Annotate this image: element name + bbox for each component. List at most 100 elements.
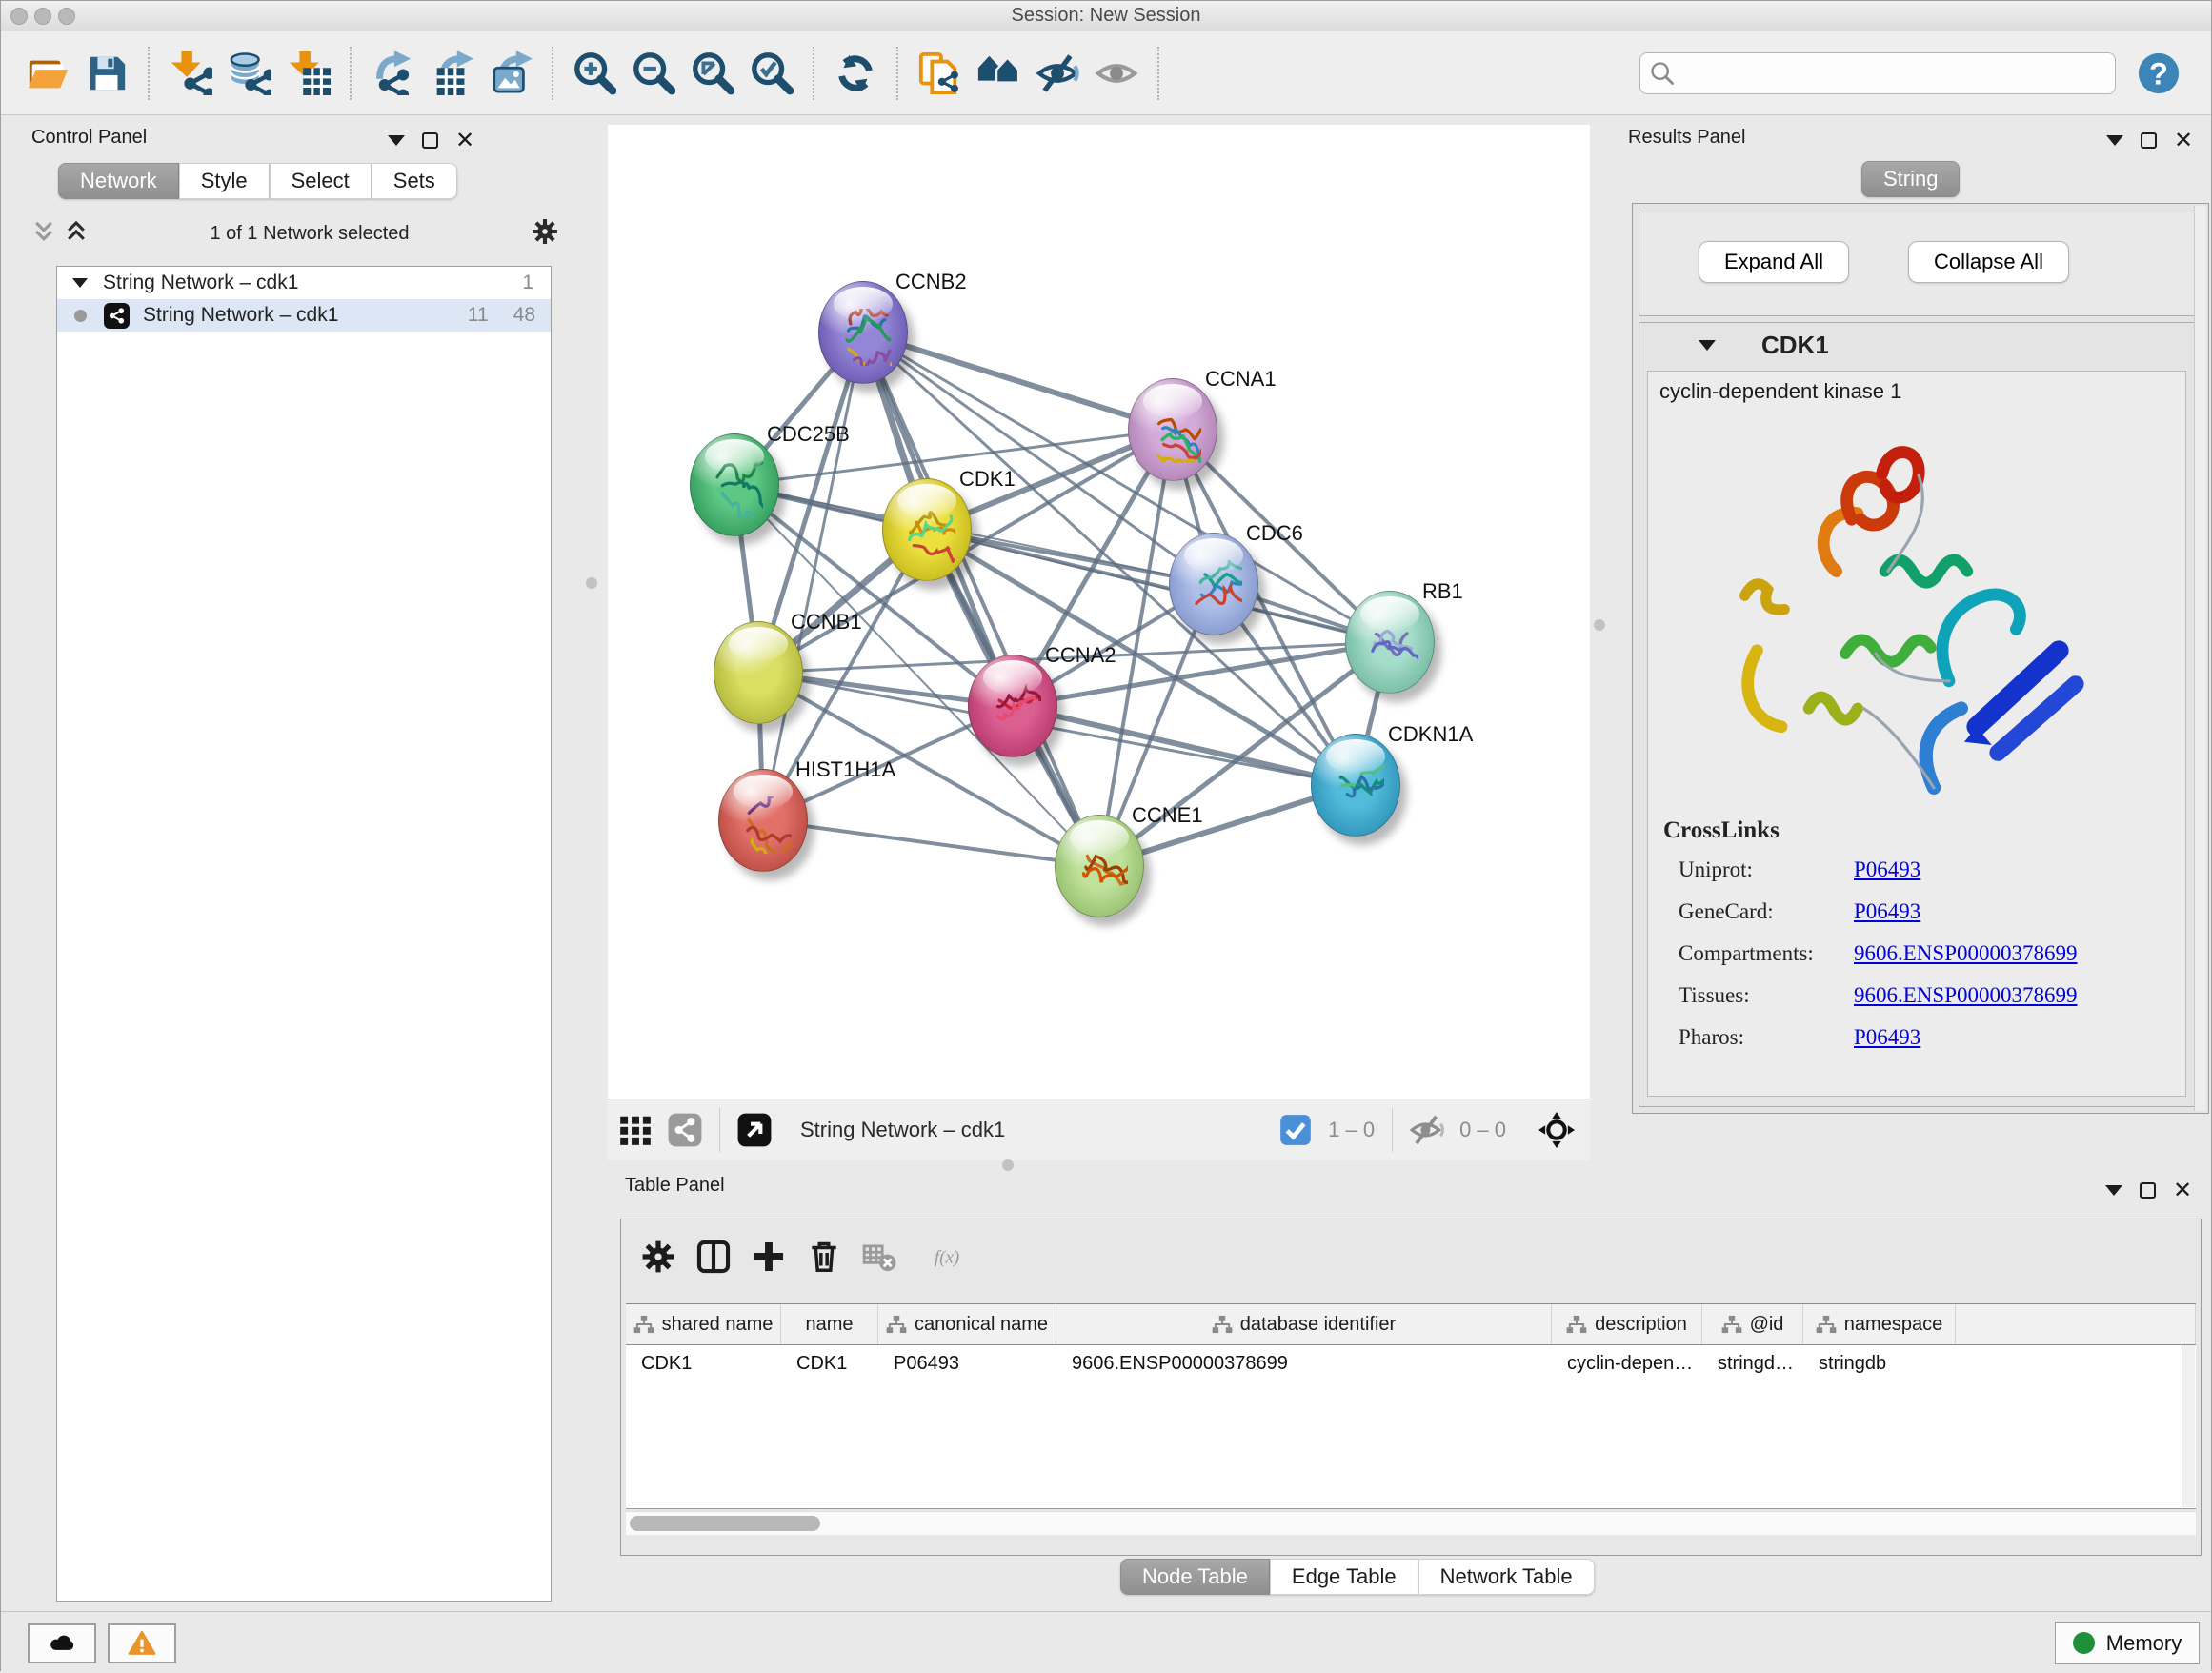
network-node-ccna2[interactable] [968, 655, 1057, 757]
import-network-database-icon[interactable] [225, 49, 274, 98]
gear-icon[interactable] [636, 1235, 680, 1279]
table-tabs: Node TableEdge TableNetwork Table [1120, 1559, 1595, 1595]
network-canvas[interactable]: CCNB2CCNA1CDC25BCDK1CDC6RB1CCNB1CCNA2CDK… [608, 125, 1590, 1099]
export-network-file-icon[interactable] [368, 49, 417, 98]
zoom-in-icon[interactable] [570, 49, 619, 98]
network-node-cdc25b[interactable] [690, 433, 779, 536]
table-cell[interactable]: stringdb [1803, 1345, 1956, 1383]
zoom-selected-icon[interactable] [747, 49, 796, 98]
tab-string[interactable]: String [1861, 161, 1960, 197]
table-row[interactable]: CDK1CDK1P064939606.ENSP00000378699cyclin… [626, 1345, 2196, 1383]
tab-network[interactable]: Network [58, 163, 179, 199]
panel-menu-icon[interactable] [2106, 135, 2123, 146]
collection-expand-icon[interactable] [72, 278, 88, 288]
horizontal-splitter-handle[interactable] [1002, 1159, 1014, 1171]
table-cell[interactable]: CDK1 [626, 1345, 781, 1383]
zoom-out-icon[interactable] [629, 49, 678, 98]
import-table-file-icon[interactable] [284, 49, 333, 98]
hide-selected-eye-slash-icon[interactable] [1033, 49, 1082, 98]
network-node-ccnb1[interactable] [714, 621, 803, 724]
tab-edge-table[interactable]: Edge Table [1270, 1559, 1418, 1595]
table-cell[interactable]: cyclin-dependent ... [1552, 1345, 1702, 1383]
crosslink-link[interactable]: P06493 [1854, 899, 2078, 924]
export-image-file-icon[interactable] [486, 49, 535, 98]
network-collection-row[interactable]: String Network – cdk1 1 [57, 267, 551, 299]
gear-icon[interactable] [531, 217, 559, 251]
selected-checkbox-icon[interactable] [1276, 1110, 1316, 1150]
crosslink-link[interactable]: P06493 [1854, 857, 2078, 882]
export-table-file-icon[interactable] [427, 49, 476, 98]
tab-node-table[interactable]: Node Table [1120, 1559, 1270, 1595]
save-session-icon[interactable] [82, 49, 131, 98]
zoom-fit-icon[interactable] [688, 49, 737, 98]
column-header-canonical-name[interactable]: canonical name [878, 1304, 1056, 1344]
new-network-from-selection-icon[interactable] [915, 49, 964, 98]
network-row[interactable]: String Network – cdk1 11 48 [57, 299, 551, 332]
function-builder-icon[interactable]: f(x) [913, 1235, 989, 1279]
network-node-ccnb2[interactable] [818, 281, 908, 384]
share-icon[interactable] [665, 1110, 705, 1150]
show-all-eye-icon[interactable] [1092, 49, 1141, 98]
delete-column-trash-icon[interactable] [802, 1235, 846, 1279]
open-file-icon[interactable] [23, 49, 72, 98]
column-header-name[interactable]: name [781, 1304, 878, 1344]
column-header-database-identifier[interactable]: database identifier [1056, 1304, 1552, 1344]
tab-select[interactable]: Select [270, 163, 372, 199]
panel-menu-icon[interactable] [2105, 1185, 2122, 1196]
column-header-shared-name[interactable]: shared name [626, 1304, 781, 1344]
float-panel-icon[interactable] [2140, 1182, 2156, 1199]
float-panel-icon[interactable] [422, 132, 438, 149]
search-input[interactable] [1639, 52, 2116, 94]
hidden-eye-slash-icon[interactable] [1407, 1110, 1447, 1150]
collapse-all-chevron-icon[interactable] [31, 219, 56, 249]
crosslink-link[interactable]: P06493 [1854, 1025, 2078, 1050]
double-house-icon[interactable] [974, 49, 1023, 98]
network-node-rb1[interactable] [1345, 591, 1435, 694]
table-cell[interactable]: P06493 [878, 1345, 1056, 1383]
tab-network-table[interactable]: Network Table [1418, 1559, 1595, 1595]
scrollbar-thumb[interactable] [630, 1516, 820, 1531]
tab-style[interactable]: Style [179, 163, 270, 199]
table-cell[interactable]: stringdb:9... [1702, 1345, 1803, 1383]
network-node-cdc6[interactable] [1169, 533, 1258, 635]
memory-button[interactable]: Memory [2055, 1622, 2200, 1664]
add-column-plus-icon[interactable] [747, 1235, 791, 1279]
crosslink-link[interactable]: 9606.ENSP00000378699 [1854, 983, 2078, 1008]
help-icon[interactable]: ? [2137, 51, 2181, 95]
refresh-icon[interactable] [831, 49, 880, 98]
tab-sets[interactable]: Sets [372, 163, 457, 199]
vertical-splitter-handle[interactable] [586, 577, 597, 589]
cloud-icon[interactable] [28, 1623, 96, 1663]
panel-menu-icon[interactable] [388, 135, 405, 146]
gene-collapse-icon[interactable] [1699, 340, 1716, 351]
import-network-file-icon[interactable] [166, 49, 215, 98]
network-node-ccna1[interactable] [1128, 378, 1217, 481]
grid-icon[interactable] [615, 1110, 655, 1150]
network-node-cdkn1a[interactable] [1311, 734, 1400, 836]
column-header--id[interactable]: @id [1702, 1304, 1803, 1344]
warning-icon[interactable] [108, 1623, 176, 1663]
table-horizontal-scrollbar[interactable] [626, 1511, 2196, 1535]
table-vertical-scrollbar[interactable] [2182, 1345, 2195, 1507]
column-header-namespace[interactable]: namespace [1803, 1304, 1956, 1344]
expand-all-chevron-icon[interactable] [64, 219, 89, 249]
network-node-cdk1[interactable] [882, 478, 972, 581]
delete-table-icon[interactable] [857, 1235, 901, 1279]
results-scrollbar[interactable] [2194, 206, 2206, 1111]
collapse-all-button[interactable]: Collapse All [1908, 241, 2069, 283]
expand-all-button[interactable]: Expand All [1699, 241, 1849, 283]
network-node-hist1h1a[interactable] [718, 769, 808, 872]
table-cell[interactable]: CDK1 [781, 1345, 878, 1383]
open-in-window-icon[interactable] [734, 1110, 774, 1150]
network-node-ccne1[interactable] [1055, 815, 1144, 917]
vertical-splitter-handle[interactable] [1594, 619, 1605, 631]
close-panel-icon[interactable]: ✕ [2174, 132, 2193, 149]
close-panel-icon[interactable]: ✕ [455, 132, 474, 149]
float-panel-icon[interactable] [2141, 132, 2157, 149]
column-header-description[interactable]: description [1552, 1304, 1702, 1344]
crosslink-link[interactable]: 9606.ENSP00000378699 [1854, 941, 2078, 966]
columns-icon[interactable] [692, 1235, 735, 1279]
crosshair-icon[interactable] [1537, 1110, 1577, 1150]
table-cell[interactable]: 9606.ENSP00000378699 [1056, 1345, 1552, 1383]
close-panel-icon[interactable]: ✕ [2173, 1182, 2192, 1199]
